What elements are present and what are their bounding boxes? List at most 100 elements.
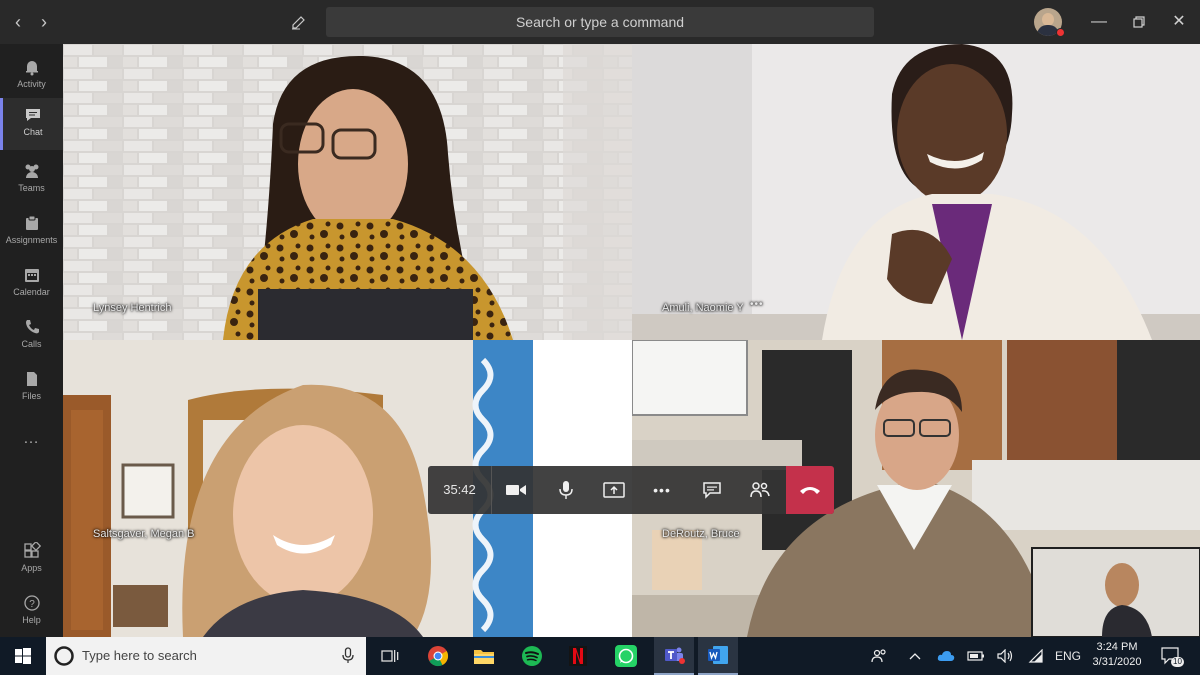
file-icon <box>26 372 37 386</box>
video-tile[interactable]: Amuli, Naomie Y ••• <box>632 44 1200 340</box>
cloud-icon <box>937 651 955 661</box>
mic-toggle-button[interactable] <box>542 466 590 514</box>
clock-time: 3:24 PM <box>1096 641 1138 653</box>
taskbar-search-placeholder: Type here to search <box>82 648 197 663</box>
people-tray-button[interactable] <box>866 637 892 675</box>
presence-status-badge <box>1056 28 1065 37</box>
microphone-icon <box>559 481 573 499</box>
volume-tray-icon[interactable] <box>994 637 1018 675</box>
windows-start-button[interactable] <box>0 637 46 675</box>
rail-item-activity[interactable]: Activity <box>0 50 63 102</box>
hang-up-button[interactable] <box>786 466 834 514</box>
spotify-taskbar-app[interactable] <box>512 637 552 675</box>
chrome-icon <box>428 646 449 667</box>
notification-count-badge: 10 <box>1171 657 1184 667</box>
wifi-tray-icon[interactable] <box>1024 637 1048 675</box>
rail-item-label: Activity <box>17 79 46 89</box>
rail-item-calendar[interactable]: Calendar <box>0 258 63 310</box>
word-icon <box>708 646 728 664</box>
rail-item-label: Apps <box>21 563 42 573</box>
rail-item-files[interactable]: Files <box>0 362 63 414</box>
show-participants-button[interactable] <box>736 466 784 514</box>
rail-item-chat[interactable]: Chat <box>0 98 63 150</box>
netflix-taskbar-app[interactable] <box>558 637 598 675</box>
rail-item-calls[interactable]: Calls <box>0 310 63 362</box>
participant-name: DeRoutz, Bruce <box>662 528 740 540</box>
video-camera-icon <box>506 485 526 495</box>
chevron-up-icon <box>909 653 921 660</box>
teams-icon <box>665 647 685 664</box>
share-screen-button[interactable] <box>590 466 638 514</box>
forward-arrow-icon[interactable]: › <box>34 11 54 33</box>
chat-icon <box>26 109 40 121</box>
chat-bubble-icon <box>703 482 721 499</box>
taskbar-clock[interactable]: 3:24 PM 3/31/2020 <box>1086 640 1148 670</box>
speaker-icon <box>997 649 1013 663</box>
more-icon: … <box>23 430 40 447</box>
rail-item-label: Help <box>22 615 41 625</box>
battery-tray-icon[interactable] <box>964 637 988 675</box>
command-search-input[interactable]: Search or type a command <box>326 7 874 37</box>
input-language-indicator[interactable]: ENG <box>1052 637 1084 675</box>
teams-taskbar-app[interactable] <box>654 637 694 675</box>
onedrive-tray-icon[interactable] <box>934 637 958 675</box>
show-conversation-button[interactable] <box>688 466 736 514</box>
rail-item-label: Assignments <box>5 235 58 245</box>
microphone-icon[interactable] <box>342 647 354 665</box>
minimize-icon[interactable]: — <box>1088 11 1110 33</box>
participant-video <box>632 44 1200 340</box>
file-explorer-taskbar-app[interactable] <box>464 637 504 675</box>
rail-item-label: Chat <box>23 127 43 137</box>
windows-logo-icon <box>15 648 31 664</box>
camera-toggle-button[interactable] <box>492 466 540 514</box>
whatsapp-taskbar-app[interactable] <box>606 637 646 675</box>
calendar-icon <box>24 269 39 282</box>
rail-item-more[interactable]: … <box>0 420 63 472</box>
participant-name: Saltsgaver, Megan B <box>93 528 195 540</box>
teams-icon <box>25 164 38 178</box>
apps-icon <box>23 542 41 558</box>
rail-item-help[interactable]: ? Help <box>0 586 63 638</box>
phone-icon <box>25 320 39 334</box>
rail-item-label: Files <box>21 391 41 401</box>
svg-text:?: ? <box>29 599 35 610</box>
netflix-icon <box>569 646 587 666</box>
whatsapp-icon <box>615 645 637 667</box>
wifi-icon <box>1028 649 1043 663</box>
video-tile[interactable]: Lynsey Hentrich <box>63 44 632 340</box>
rail-item-label: Calls <box>21 339 42 349</box>
people-icon <box>871 649 886 663</box>
rail-item-apps[interactable]: Apps <box>0 534 63 586</box>
rail-item-label: Teams <box>18 183 45 193</box>
maximize-icon[interactable] <box>1128 11 1150 33</box>
taskbar-search-input[interactable]: Type here to search <box>46 637 366 675</box>
compose-icon[interactable] <box>288 11 310 33</box>
battery-icon <box>967 651 984 661</box>
participants-icon <box>750 482 770 498</box>
more-actions-button[interactable]: ••• <box>638 466 686 514</box>
action-center-button[interactable]: 10 <box>1154 637 1188 675</box>
windows-taskbar: Type here to search ENG 3:24 PM 3/31/202… <box>0 637 1200 675</box>
participant-name: Amuli, Naomie Y <box>662 302 744 314</box>
back-arrow-icon[interactable]: ‹ <box>8 11 28 33</box>
app-rail: Activity Chat Teams Assignments Calendar… <box>0 44 63 637</box>
show-hidden-icons-button[interactable] <box>904 637 926 675</box>
chrome-taskbar-app[interactable] <box>418 637 458 675</box>
folder-icon <box>474 650 494 664</box>
share-screen-icon <box>603 482 625 498</box>
spotify-icon <box>522 646 542 666</box>
participant-name: Lynsey Hentrich <box>93 302 172 314</box>
title-bar: ‹ › Search or type a command — ✕ <box>0 0 1200 44</box>
rail-item-teams[interactable]: Teams <box>0 154 63 206</box>
cortana-icon <box>54 646 74 666</box>
rail-item-label: Calendar <box>13 287 50 297</box>
task-view-button[interactable] <box>370 637 410 675</box>
hang-up-icon <box>800 487 820 494</box>
rail-item-assignments[interactable]: Assignments <box>0 206 63 258</box>
close-icon[interactable]: ✕ <box>1168 11 1190 33</box>
help-icon: ? <box>23 595 40 611</box>
task-view-icon <box>381 650 399 662</box>
word-taskbar-app[interactable] <box>698 637 738 675</box>
bell-icon <box>25 61 38 76</box>
participant-more-icon[interactable]: ••• <box>750 299 764 310</box>
